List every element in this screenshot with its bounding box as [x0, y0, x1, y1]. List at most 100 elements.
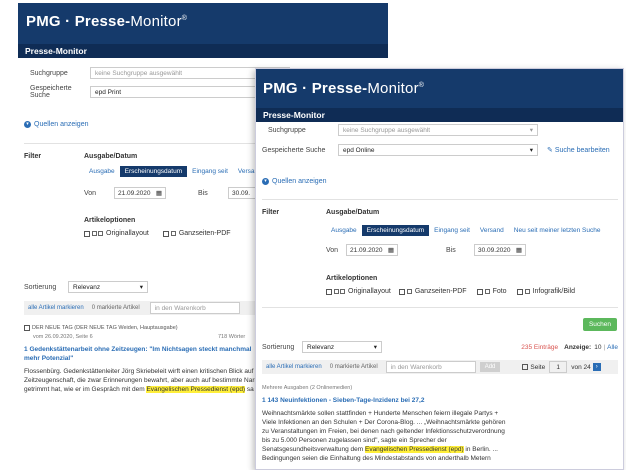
pdf-icon: [170, 231, 176, 236]
alle-markieren-button[interactable]: alle Artikel markieren: [24, 303, 88, 313]
anzeige-option-10[interactable]: 10: [594, 344, 601, 351]
markierte-count: 0 markierte Artikel: [329, 364, 378, 370]
article-title[interactable]: 1 Gedenkstättenarbeit ohne Zeitzeugen: "…: [24, 345, 264, 363]
chevron-down-icon: ▾: [262, 178, 269, 185]
bis-label: Bis: [446, 246, 456, 254]
ausgabe-datum-label: Ausgabe/Datum: [326, 209, 380, 216]
page-icon: [98, 231, 103, 236]
app-title: Presse-Monitor: [256, 108, 623, 122]
action-bar: alle Artikel markieren 0 markierte Artik…: [262, 360, 618, 374]
bis-date-input[interactable]: 30.09.: [228, 187, 258, 199]
artikeloptionen-label: Artikeloptionen: [326, 275, 378, 282]
von-date-input[interactable]: 21.09.2020 ▦: [114, 187, 166, 199]
chevron-down-icon: ▾: [139, 284, 143, 291]
article-excerpt: Weihnachtsmärkte sollen stattfinden + Hu…: [262, 410, 506, 462]
suchgruppe-label: Suchgruppe: [268, 126, 306, 134]
tab-ausgabe[interactable]: Ausgabe: [84, 166, 120, 177]
gespeicherte-suche-label: Gespeicherte Suche: [30, 85, 72, 99]
gespeicherte-suche-label: Gespeicherte Suche: [262, 146, 326, 154]
sortierung-select[interactable]: Relevanz ▾: [68, 281, 148, 293]
chevron-down-icon: ▾: [24, 121, 31, 128]
header: PMG · Presse-Monitor® Presse-Monitor: [18, 3, 388, 58]
suchgruppe-label: Suchgruppe: [30, 69, 68, 77]
anzeige-separator: |: [603, 343, 606, 351]
suchen-button[interactable]: Suchen: [582, 318, 617, 331]
bis-label: Bis: [198, 189, 208, 197]
mehrere-ausgaben: Mehrere Ausgaben (2 Onlinemedien): [262, 385, 353, 391]
bis-date-input[interactable]: 30.09.2020 ▦: [474, 244, 526, 256]
calendar-icon: ▦: [515, 247, 522, 254]
chart-icon: [524, 289, 530, 294]
anzeige-label: Anzeige:: [564, 343, 592, 351]
page-icon: [340, 289, 345, 294]
ganzseiten-checkbox[interactable]: [162, 230, 169, 237]
front-window: PMG · Presse-Monitor® Presse-Monitor Suc…: [255, 68, 624, 470]
edit-icon: ✎: [547, 147, 555, 154]
article-checkbox[interactable]: [24, 325, 30, 331]
layout-icon: [334, 289, 339, 294]
infografik-checkbox[interactable]: [516, 288, 523, 295]
calendar-icon: ▦: [155, 190, 162, 197]
chevron-down-icon: ▾: [529, 147, 533, 154]
tab-eingang-seit[interactable]: Eingang seit: [429, 225, 475, 236]
foto-label: Foto: [492, 288, 507, 295]
calendar-icon: ▦: [387, 247, 394, 254]
tab-versand[interactable]: Versand: [475, 225, 509, 236]
merkzettel-select[interactable]: in den Warenkorb: [149, 302, 240, 314]
suchgruppe-select[interactable]: keine Suchgruppe ausgewählt ▾: [338, 124, 538, 136]
tab-ausgabe[interactable]: Ausgabe: [326, 225, 362, 236]
filter-label: Filter: [262, 209, 280, 216]
originallayout-label: Originallayout: [106, 230, 149, 237]
sortierung-select[interactable]: Relevanz ▾: [302, 341, 382, 353]
tab-erscheinungsdatum[interactable]: Erscheinungsdatum: [119, 166, 188, 177]
von-label: Von: [326, 246, 339, 254]
quellen-toggle[interactable]: ▾ Quellen anzeigen: [24, 121, 89, 128]
logo: PMG · Presse-Monitor®: [263, 80, 425, 97]
tab-erscheinungsdatum[interactable]: Erscheinungsdatum: [361, 225, 430, 236]
merkzettel-select[interactable]: in den Warenkorb: [385, 361, 476, 373]
ganzseiten-label: Ganzseiten-PDF: [178, 230, 231, 237]
seite-label: Seite: [530, 363, 546, 371]
markierte-count: 0 markierte Artikel: [91, 305, 140, 311]
filter-label: Filter: [24, 153, 42, 160]
originallayout-checkbox[interactable]: [326, 288, 332, 295]
artikeloptionen-label: Artikeloptionen: [84, 217, 136, 224]
add-button[interactable]: Add: [479, 362, 501, 372]
logo: PMG · Presse-Monitor®: [26, 13, 188, 30]
anzeige-option-alle[interactable]: Alle: [607, 344, 618, 351]
ausgabe-datum-label: Ausgabe/Datum: [84, 153, 138, 160]
page-input[interactable]: 1: [549, 361, 568, 373]
infografik-label: Infografik/Bild: [532, 288, 575, 295]
date-tabs: Ausgabe Erscheinungsdatum Eingang seit V…: [84, 166, 267, 177]
article-date: vom 26.09.2020, Seite 6: [33, 334, 93, 340]
ganzseiten-checkbox[interactable]: [398, 288, 405, 295]
photo-icon: [484, 289, 490, 294]
sortierung-label: Sortierung: [24, 283, 57, 291]
originallayout-label: Originallayout: [348, 288, 391, 295]
header: PMG · Presse-Monitor® Presse-Monitor: [256, 69, 623, 122]
von-label: Von: [84, 189, 97, 197]
suche-bearbeiten-link[interactable]: ✎ Suche bearbeiten: [547, 146, 610, 154]
chevron-down-icon: ▾: [529, 127, 533, 134]
page-select-checkbox[interactable]: [522, 364, 529, 370]
tab-eingang-seit[interactable]: Eingang seit: [187, 166, 233, 177]
von-date-input[interactable]: 21.09.2020 ▦: [346, 244, 398, 256]
chevron-down-icon: ▾: [373, 344, 377, 351]
pdf-icon: [406, 289, 412, 294]
total-pages: von 24: [571, 363, 591, 371]
quellen-toggle[interactable]: ▾ Quellen anzeigen: [262, 178, 327, 185]
foto-checkbox[interactable]: [476, 288, 483, 295]
ganzseiten-label: Ganzseiten-PDF: [414, 288, 467, 295]
article-words: 718 Wörter: [218, 334, 246, 340]
result-count: 235 Einträge: [521, 343, 559, 351]
next-page-icon[interactable]: ›: [592, 363, 601, 371]
layout-icon: [92, 231, 97, 236]
gespeicherte-suche-select[interactable]: epd Online ▾: [338, 144, 538, 156]
app-title: Presse-Monitor: [18, 44, 388, 58]
article-title[interactable]: 1 143 Neuinfektionen - Sieben-Tage-Inzid…: [262, 396, 618, 405]
alle-markieren-button[interactable]: alle Artikel markieren: [262, 362, 326, 372]
tab-neu-seit-letzter-suche[interactable]: Neu seit meiner letzten Suche: [509, 225, 606, 236]
article-source: DER NEUE TAG (DER NEUE TAG Weiden, Haupt…: [32, 325, 178, 331]
sortierung-label: Sortierung: [262, 343, 295, 351]
originallayout-checkbox[interactable]: [84, 230, 90, 237]
